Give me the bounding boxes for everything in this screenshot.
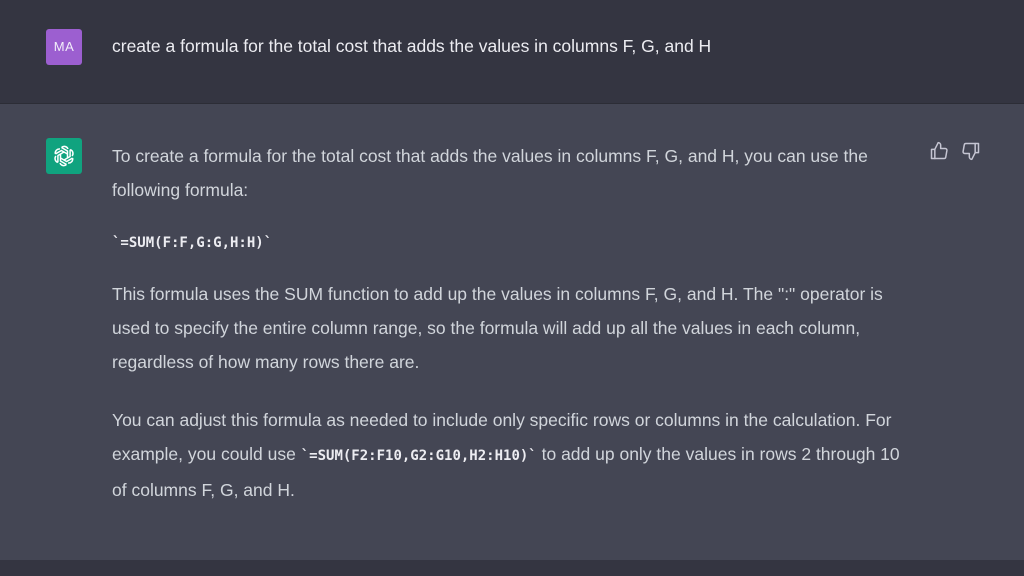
next-row-strip [0, 560, 1024, 576]
formula-code-paragraph: `=SUM(F:F,G:G,H:H)` [112, 224, 902, 260]
formula-code: `=SUM(F:F,G:G,H:H)` [112, 235, 273, 251]
thumbs-up-icon [930, 141, 948, 160]
user-message-row: MA create a formula for the total cost t… [0, 0, 1024, 104]
inline-formula-code: `=SUM(F2:F10,G2:G10,H2:H10)` [300, 448, 537, 464]
assistant-message-row: To create a formula for the total cost t… [0, 104, 1024, 560]
thumbs-down-icon [962, 142, 980, 161]
assistant-paragraph-3: You can adjust this formula as needed to… [112, 403, 902, 507]
feedback-buttons [929, 141, 981, 161]
user-avatar: MA [46, 29, 82, 65]
chat-thread: MA create a formula for the total cost t… [0, 0, 1024, 576]
assistant-avatar [46, 138, 82, 174]
openai-logo-icon [54, 145, 74, 167]
assistant-message-text: To create a formula for the total cost t… [112, 139, 902, 531]
user-message-text: create a formula for the total cost that… [112, 36, 712, 56]
thumbs-down-button[interactable] [961, 141, 981, 161]
thumbs-up-button[interactable] [929, 141, 949, 161]
assistant-paragraph-2: This formula uses the SUM function to ad… [112, 284, 883, 372]
assistant-paragraph-1: To create a formula for the total cost t… [112, 146, 868, 200]
